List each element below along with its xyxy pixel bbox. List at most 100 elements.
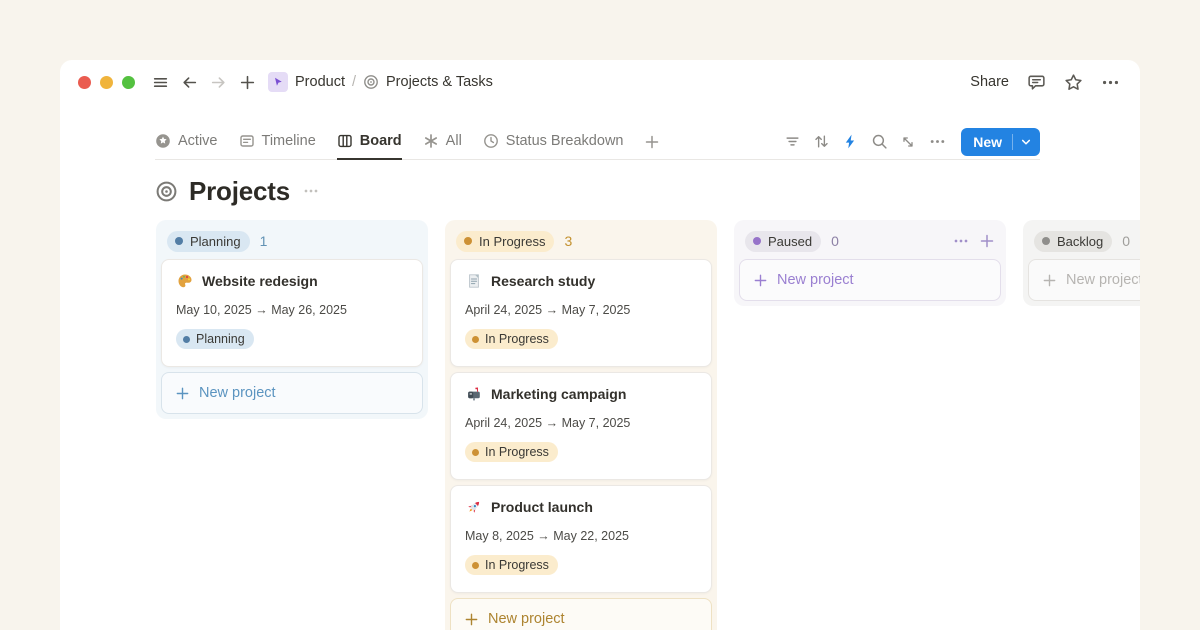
column-count: 0 [831, 233, 839, 249]
new-project-label: New project [1066, 272, 1140, 288]
card-status-badge: Planning [176, 329, 254, 349]
project-card-product-launch[interactable]: Product launch May 8, 2025 → May 22, 202… [450, 485, 712, 593]
view-controls: New [779, 128, 1040, 156]
favorite-button[interactable] [1064, 73, 1083, 92]
rocket-emoji-icon [465, 499, 482, 515]
badge-label: Planning [196, 332, 245, 346]
hamburger-icon [152, 74, 169, 91]
new-project-button-planning[interactable]: New project [161, 372, 423, 414]
arrow-left-icon [181, 74, 198, 91]
view-tab-active[interactable]: Active [155, 124, 218, 160]
plus-icon [1042, 273, 1057, 288]
plus-icon [979, 233, 995, 249]
breadcrumb-workspace[interactable]: Product [295, 74, 345, 90]
status-dot [464, 237, 472, 245]
status-pill-paused[interactable]: Paused [745, 231, 821, 252]
status-dot [183, 336, 190, 343]
view-tab-label: Timeline [262, 133, 316, 149]
workspace-icon [268, 72, 288, 92]
sort-icon [813, 133, 830, 150]
card-title: Research study [491, 273, 595, 289]
share-button[interactable]: Share [970, 74, 1009, 90]
expand-view-button[interactable] [895, 130, 921, 154]
minimize-window-button[interactable] [100, 76, 113, 89]
expand-icon [900, 134, 916, 150]
new-button-label: New [961, 134, 1012, 150]
new-project-button-in-progress[interactable]: New project [450, 598, 712, 630]
column-count: 3 [564, 233, 572, 249]
new-project-label: New project [488, 611, 565, 627]
new-project-button-backlog[interactable]: New project [1028, 259, 1140, 301]
view-tab-timeline[interactable]: Timeline [239, 124, 316, 160]
arrow-right-icon [210, 74, 227, 91]
ellipsis-icon [953, 233, 969, 249]
board-column-backlog: Backlog 0 New project [1023, 220, 1140, 306]
chevron-down-icon[interactable] [1013, 135, 1040, 149]
plus-icon [644, 134, 660, 150]
star-icon [1064, 73, 1083, 92]
kanban-board: Planning 1 Website redesign May 10, 2025… [156, 220, 1140, 630]
board-column-paused: Paused 0 New project [734, 220, 1006, 306]
sidebar-toggle-button[interactable] [147, 69, 173, 95]
badge-label: In Progress [485, 558, 549, 572]
comment-icon [1027, 73, 1046, 92]
plus-icon [464, 612, 479, 627]
card-status-badge: In Progress [465, 329, 558, 349]
column-header: Planning 1 [161, 225, 423, 257]
status-dot [472, 562, 479, 569]
timeline-icon [239, 133, 255, 149]
nav-forward-button[interactable] [205, 69, 231, 95]
status-dot [175, 237, 183, 245]
new-project-label: New project [199, 385, 276, 401]
sort-button[interactable] [808, 130, 834, 154]
status-pill-planning[interactable]: Planning [167, 231, 250, 252]
maximize-window-button[interactable] [122, 76, 135, 89]
new-tab-button[interactable] [234, 69, 260, 95]
nav-back-button[interactable] [176, 69, 202, 95]
card-title: Product launch [491, 499, 593, 515]
column-more-button[interactable] [953, 233, 969, 249]
close-window-button[interactable] [78, 76, 91, 89]
status-pill-label: Backlog [1057, 234, 1103, 249]
ellipsis-icon [929, 133, 946, 150]
filter-button[interactable] [779, 130, 805, 154]
column-add-button[interactable] [979, 233, 995, 249]
page-title: Projects [189, 176, 290, 207]
desktop: { "colors": { "desktop_bg": "#f8f4ed", "… [0, 0, 1200, 630]
new-button[interactable]: New [961, 128, 1040, 156]
project-card-marketing-campaign[interactable]: Marketing campaign April 24, 2025 → May … [450, 372, 712, 480]
more-options-button[interactable] [1101, 73, 1120, 92]
view-tab-status-breakdown[interactable]: Status Breakdown [483, 124, 624, 160]
view-tabs-bar: Active Timeline Board All Status Breakdo… [155, 124, 1040, 160]
status-pill-in-progress[interactable]: In Progress [456, 231, 554, 252]
breadcrumb-separator: / [352, 74, 356, 90]
app-window: Product / Projects & Tasks Share Active … [60, 60, 1140, 630]
view-tab-all[interactable]: All [423, 124, 462, 160]
view-tab-label: Status Breakdown [506, 133, 624, 149]
filter-icon [784, 133, 801, 150]
card-title: Website redesign [202, 273, 318, 289]
view-more-button[interactable] [924, 130, 950, 154]
status-dot [753, 237, 761, 245]
card-date-range: April 24, 2025 → May 7, 2025 [465, 416, 697, 430]
view-tab-label: Board [360, 133, 402, 149]
project-card-research-study[interactable]: Research study April 24, 2025 → May 7, 2… [450, 259, 712, 367]
board-column-in-progress: In Progress 3 Research study April 24, 2… [445, 220, 717, 630]
project-card-website-redesign[interactable]: Website redesign May 10, 2025 → May 26, … [161, 259, 423, 367]
ellipsis-icon [1101, 73, 1120, 92]
status-pill-backlog[interactable]: Backlog [1034, 231, 1112, 252]
new-project-button-paused[interactable]: New project [739, 259, 1001, 301]
search-button[interactable] [866, 130, 892, 154]
view-tab-board[interactable]: Board [337, 124, 402, 160]
plus-icon [175, 386, 190, 401]
add-view-button[interactable] [644, 134, 660, 150]
page-target-icon [155, 180, 178, 203]
view-tab-label: All [446, 133, 462, 149]
automations-button[interactable] [837, 130, 863, 154]
target-icon [363, 74, 379, 90]
page-title-menu-button[interactable] [303, 183, 319, 199]
palette-emoji-icon [176, 273, 193, 289]
board-icon [337, 133, 353, 149]
breadcrumb-page[interactable]: Projects & Tasks [386, 74, 493, 90]
comments-button[interactable] [1027, 73, 1046, 92]
